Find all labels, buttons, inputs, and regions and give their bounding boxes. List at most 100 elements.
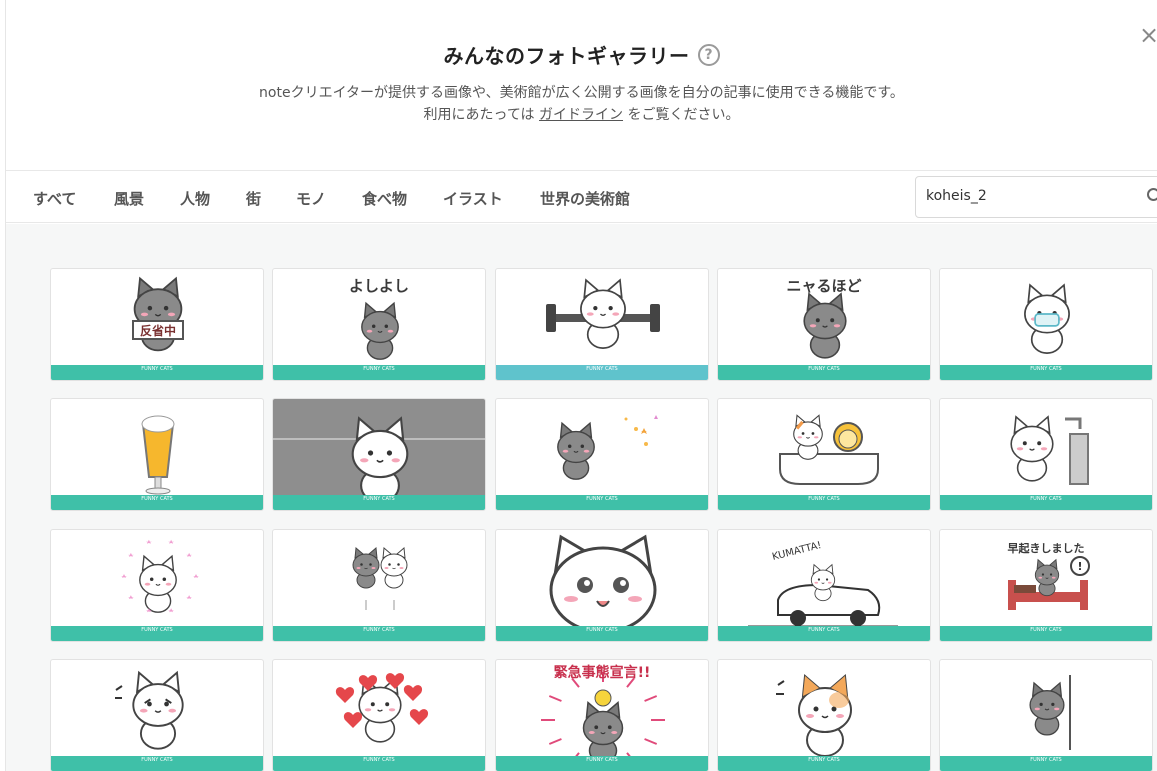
gallery-card[interactable]: FUNNY CATS xyxy=(50,529,264,642)
tab-city[interactable]: 街 xyxy=(246,188,261,209)
card-brand-bar: FUNNY CATS xyxy=(273,495,485,510)
tab-landscape[interactable]: 風景 xyxy=(114,188,144,209)
tab-things[interactable]: モノ xyxy=(296,188,326,209)
brand-badge: FUNNY CATS xyxy=(586,757,618,763)
gallery-card[interactable]: FUNNY CATS xyxy=(50,398,264,511)
title-row: みんなのフォトギャラリー ? xyxy=(6,40,1157,69)
card-brand-bar: FUNNY CATS xyxy=(51,365,263,380)
brand-badge: FUNNY CATS xyxy=(808,757,840,763)
brand-badge: FUNNY CATS xyxy=(808,366,840,372)
brand-badge: FUNNY CATS xyxy=(141,627,173,633)
cat-illustration xyxy=(776,673,852,757)
svg-text:!: ! xyxy=(1077,560,1082,573)
photo-gallery-modal: × みんなのフォトギャラリー ? noteクリエイターが提供する画像や、美術館が… xyxy=(5,0,1157,771)
gallery-card[interactable]: 反省中 FUNNY CATS xyxy=(50,268,264,381)
gallery-card[interactable]: FUNNY CATS xyxy=(939,659,1153,771)
cat-illustration xyxy=(549,534,657,628)
card-brand-bar: FUNNY CATS xyxy=(273,626,485,641)
svg-text:反省中: 反省中 xyxy=(140,323,176,338)
card-brand-bar: FUNNY CATS xyxy=(940,756,1152,771)
category-tabs: すべて 風景 人物 街 モノ 食べ物 イラスト 世界の美術館 xyxy=(6,170,1157,223)
description-suffix: をご覧ください。 xyxy=(627,107,740,123)
description-line-2: 利用にあたっては ガイドライン をご覧ください。 xyxy=(6,104,1157,126)
gallery-grid: 反省中 FUNNY CATS よしよし FUNNY CATS FUNNY CAT… xyxy=(6,224,1157,771)
gallery-card[interactable]: FUNNY CATS xyxy=(50,659,264,771)
cat-illustration xyxy=(273,399,485,497)
gallery-card[interactable]: FUNNY CATS xyxy=(272,398,486,511)
description-prefix: 利用にあたっては xyxy=(423,107,535,123)
tab-world-museums[interactable]: 世界の美術館 xyxy=(540,188,630,209)
cat-illustration xyxy=(779,414,879,485)
card-brand-bar: FUNNY CATS xyxy=(51,756,263,771)
card-brand-bar: FUNNY CATS xyxy=(51,626,263,641)
cat-illustration xyxy=(1024,283,1070,354)
brand-badge: FUNNY CATS xyxy=(586,496,618,502)
help-icon[interactable]: ? xyxy=(697,43,720,66)
brand-badge: FUNNY CATS xyxy=(363,627,395,633)
search-input[interactable] xyxy=(926,188,1126,204)
cat-illustration xyxy=(335,673,429,743)
cat-illustration xyxy=(546,278,660,349)
gallery-card[interactable]: FUNNY CATS xyxy=(272,659,486,771)
gallery-card[interactable]: FUNNY CATS xyxy=(495,398,709,511)
guideline-link[interactable]: ガイドライン xyxy=(539,107,623,123)
gallery-card[interactable]: FUNNY CATS xyxy=(939,268,1153,381)
cat-illustration xyxy=(115,670,184,750)
gallery-card[interactable]: ニャるほど FUNNY CATS xyxy=(717,268,931,381)
brand-badge: FUNNY CATS xyxy=(141,496,173,502)
brand-badge: FUNNY CATS xyxy=(1030,627,1062,633)
gallery-description: noteクリエイターが提供する画像や、美術館が広く公開する画像を自分の記事に使用… xyxy=(6,82,1157,126)
gallery-card[interactable]: FUNNY CATS xyxy=(495,529,709,642)
card-caption: よしよし xyxy=(348,277,409,295)
tab-illustration[interactable]: イラスト xyxy=(443,188,503,209)
gallery-card[interactable]: FUNNY CATS xyxy=(939,398,1153,511)
gallery-card[interactable]: 緊急事態宣言!! FUNNY CATS xyxy=(495,659,709,771)
gallery-card[interactable]: FUNNY CATS xyxy=(495,268,709,381)
card-brand-bar: FUNNY CATS xyxy=(718,495,930,510)
card-brand-bar: FUNNY CATS xyxy=(940,365,1152,380)
brand-badge: FUNNY CATS xyxy=(808,496,840,502)
gallery-card[interactable]: よしよし FUNNY CATS xyxy=(272,268,486,381)
gallery-card[interactable]: FUNNY CATS xyxy=(717,398,931,511)
cat-illustration xyxy=(141,415,175,495)
card-caption: 早起きしました xyxy=(1007,542,1085,555)
tab-food[interactable]: 食べ物 xyxy=(362,188,407,209)
card-brand-bar: FUNNY CATS xyxy=(273,756,485,771)
card-brand-bar: FUNNY CATS xyxy=(718,626,930,641)
cat-illustration xyxy=(1010,415,1089,485)
tab-all[interactable]: すべて xyxy=(33,188,76,209)
cat-illustration xyxy=(1029,675,1071,750)
brand-badge: FUNNY CATS xyxy=(1030,496,1062,502)
tab-people[interactable]: 人物 xyxy=(180,188,210,209)
card-brand-bar: FUNNY CATS xyxy=(718,365,930,380)
page-title: みんなのフォトギャラリー xyxy=(443,44,690,68)
brand-badge: FUNNY CATS xyxy=(141,366,173,372)
card-caption: 緊急事態宣言!! xyxy=(553,665,651,681)
gallery-header: みんなのフォトギャラリー ? noteクリエイターが提供する画像や、美術館が広く… xyxy=(6,0,1157,170)
brand-badge: FUNNY CATS xyxy=(808,627,840,633)
brand-badge: FUNNY CATS xyxy=(586,366,618,372)
card-brand-bar: FUNNY CATS xyxy=(51,495,263,510)
gallery-card[interactable]: FUNNY CATS xyxy=(717,659,931,771)
cat-illustration: 反省中 xyxy=(132,276,184,352)
card-brand-bar: FUNNY CATS xyxy=(273,365,485,380)
svg-text:KUMATTA!: KUMATTA! xyxy=(771,540,823,563)
card-brand-bar: FUNNY CATS xyxy=(496,495,708,510)
search-box xyxy=(915,176,1157,218)
card-brand-bar: FUNNY CATS xyxy=(940,626,1152,641)
card-brand-bar: FUNNY CATS xyxy=(496,626,708,641)
brand-badge: FUNNY CATS xyxy=(363,366,395,372)
gallery-card[interactable]: KUMATTA! FUNNY CATS xyxy=(717,529,931,642)
card-brand-bar: FUNNY CATS xyxy=(718,756,930,771)
brand-badge: FUNNY CATS xyxy=(363,496,395,502)
gallery-card[interactable]: FUNNY CATS xyxy=(272,529,486,642)
cat-illustration: KUMATTA! xyxy=(748,540,898,627)
cat-illustration xyxy=(352,546,408,610)
brand-badge: FUNNY CATS xyxy=(363,757,395,763)
card-brand-bar: FUNNY CATS xyxy=(496,365,708,380)
card-brand-bar: FUNNY CATS xyxy=(496,756,708,771)
search-icon[interactable] xyxy=(1146,187,1157,205)
card-brand-bar: FUNNY CATS xyxy=(940,495,1152,510)
gallery-card[interactable]: ! 早起きしました FUNNY CATS xyxy=(939,529,1153,642)
brand-badge: FUNNY CATS xyxy=(141,757,173,763)
